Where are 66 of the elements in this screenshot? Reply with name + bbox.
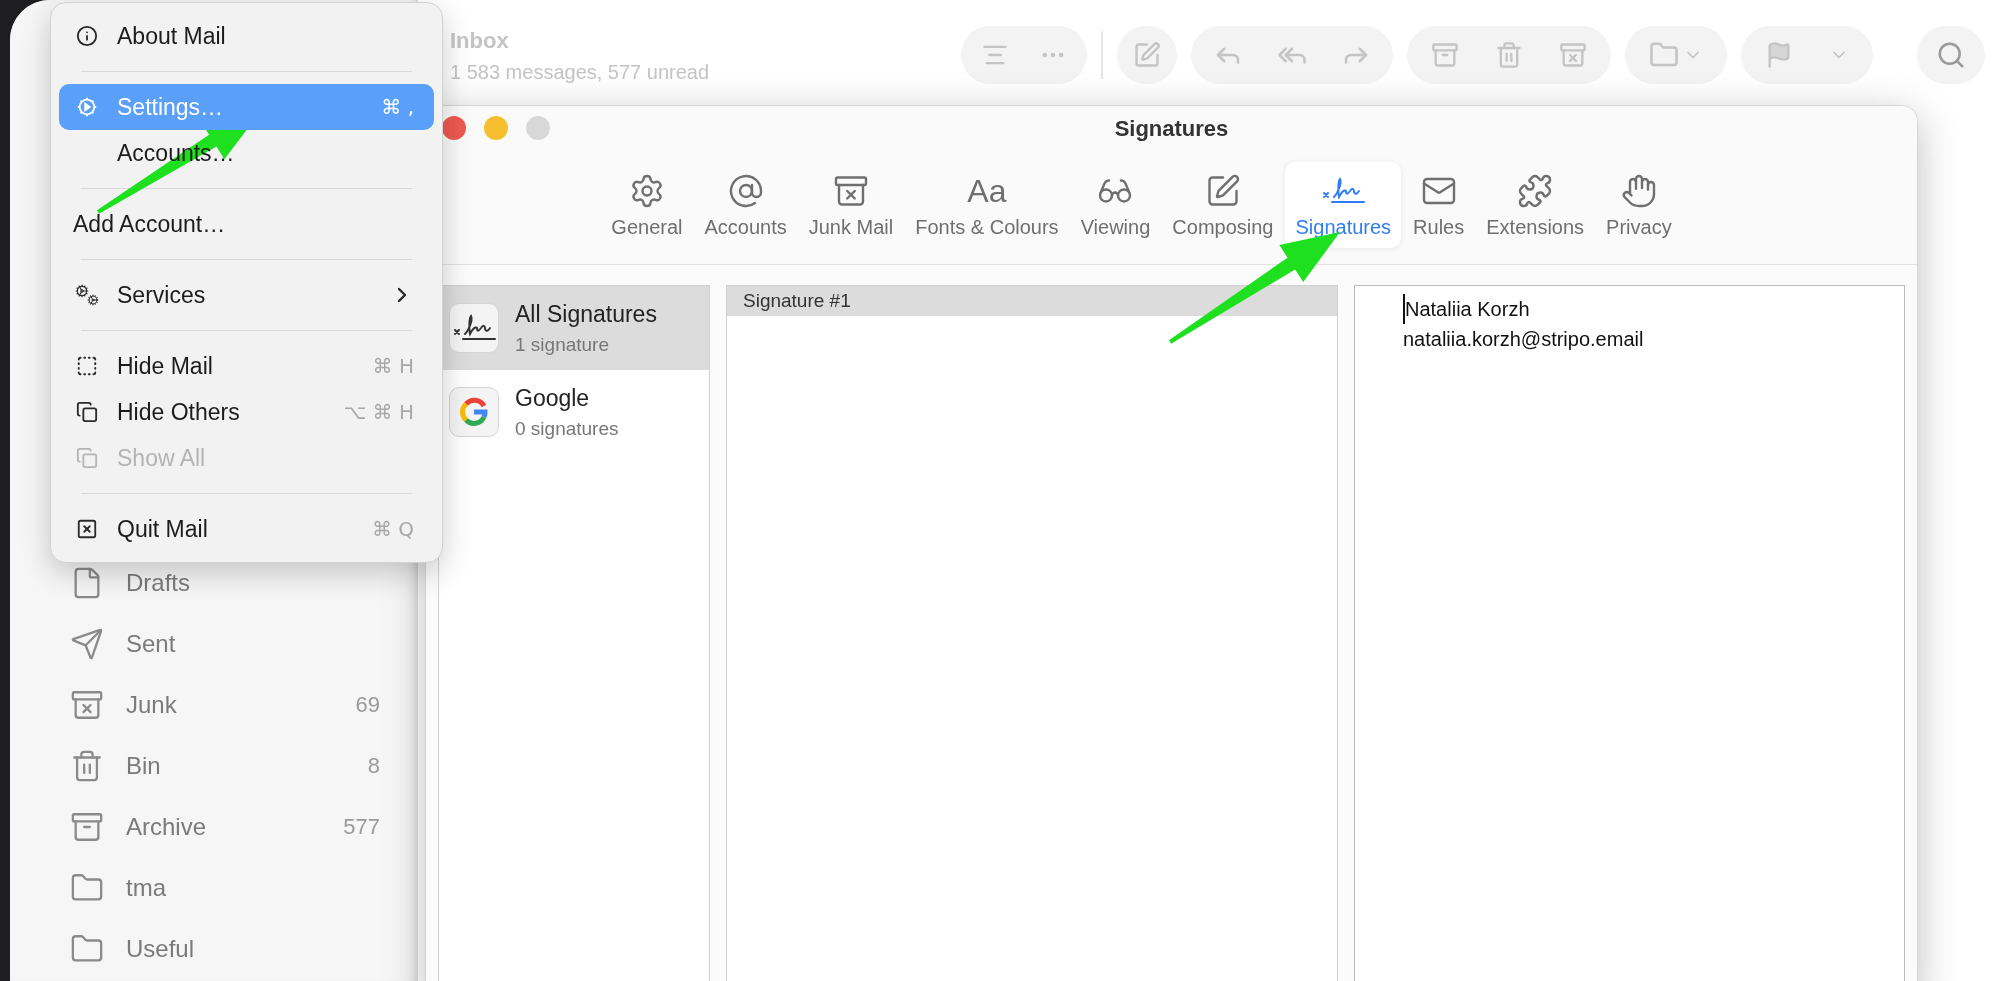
signature-line: Nataliia Korzh: [1403, 294, 1904, 324]
settings-tab[interactable]: Aa Fonts & Colours: [905, 162, 1069, 248]
google-logo-icon: [459, 397, 489, 427]
mailbox-title: Inbox: [450, 26, 510, 55]
sidebar-item[interactable]: Archive 577: [10, 796, 418, 857]
compose-icon: [1133, 41, 1161, 69]
signature-row[interactable]: Signature #1: [727, 286, 1337, 316]
trash-icon: [70, 748, 104, 783]
hand-icon: [1620, 173, 1657, 209]
signature-count: 0 signatures: [515, 417, 619, 441]
signature-count: 1 signature: [515, 333, 610, 357]
sidebar-item[interactable]: Useful: [10, 918, 418, 979]
shortcut-label: ⌘ H: [372, 353, 414, 380]
settings-icon: [76, 96, 98, 118]
settings-tab[interactable]: Extensions: [1476, 162, 1595, 248]
menu-item[interactable]: Quit Mail ⌘ Q: [59, 506, 434, 552]
window-title: Signatures: [1113, 114, 1230, 143]
settings-tab[interactable]: General: [601, 162, 693, 248]
sidebar-item[interactable]: tma: [10, 857, 418, 918]
settings-tab[interactable]: Viewing: [1070, 162, 1161, 248]
menu-item[interactable]: About Mail: [59, 13, 434, 59]
signature-line: nataliia.korzh@stripo.email: [1403, 327, 1645, 352]
at-sign-icon: [727, 173, 764, 209]
settings-tab[interactable]: Rules: [1403, 162, 1475, 248]
settings-tab[interactable]: Privacy: [1596, 162, 1682, 248]
junk-icon[interactable]: [1559, 41, 1587, 69]
menu-item[interactable]: Services: [59, 272, 434, 318]
send-icon: [70, 626, 104, 661]
zoom-window-button[interactable]: [526, 116, 550, 140]
signature-editor[interactable]: Nataliia Korzh nataliia.korzh@stripo.email: [1354, 285, 1905, 981]
settings-tab[interactable]: Accounts: [694, 162, 797, 248]
account-name: All Signatures: [515, 299, 657, 329]
shortcut-label: ⌥ ⌘ H: [343, 399, 414, 426]
menu-item[interactable]: Settings… ⌘ ,: [59, 84, 434, 130]
menu-item[interactable]: Hide Others ⌥ ⌘ H: [59, 389, 434, 435]
settings-tab[interactable]: Composing: [1162, 162, 1284, 248]
message-count: 577: [343, 813, 380, 841]
account-row[interactable]: Google 0 signatures: [439, 370, 709, 454]
settings-tab[interactable]: Signatures: [1285, 162, 1402, 248]
menu-item[interactable]: Add Account…: [59, 201, 434, 247]
close-window-button[interactable]: [442, 116, 466, 140]
menu-item[interactable]: Hide Mail ⌘ H: [59, 343, 434, 389]
account-name: Google: [515, 383, 591, 413]
search-icon: [1936, 40, 1966, 70]
message-count: 8: [367, 752, 380, 780]
dashed-window-icon: [76, 355, 98, 377]
sidebar-item[interactable]: Drafts: [10, 552, 418, 613]
shortcut-label: ⌘ Q: [371, 516, 414, 543]
shortcut-label: ⌘ ,: [381, 94, 414, 121]
trash-icon[interactable]: [1495, 41, 1523, 69]
archive-icon[interactable]: [1431, 41, 1459, 69]
mailbox-subtitle: 1 583 messages, 577 unread: [450, 59, 711, 85]
info-icon: [76, 25, 98, 47]
sidebar-item[interactable]: Bin 8: [10, 735, 418, 796]
minimize-window-button[interactable]: [484, 116, 508, 140]
windows-icon: [76, 401, 98, 423]
puzzle-icon: [1517, 173, 1554, 209]
sidebar-item[interactable]: Sent: [10, 613, 418, 674]
close-icon: [76, 518, 98, 540]
message-count: 69: [355, 691, 380, 719]
sidebar-item[interactable]: Junk 69: [10, 674, 418, 735]
font-glyph: Aa: [967, 175, 1007, 207]
gears-icon: [75, 284, 99, 306]
junk-icon: [833, 173, 869, 209]
settings-tab[interactable]: Junk Mail: [798, 162, 904, 248]
windows-icon: [76, 447, 98, 469]
